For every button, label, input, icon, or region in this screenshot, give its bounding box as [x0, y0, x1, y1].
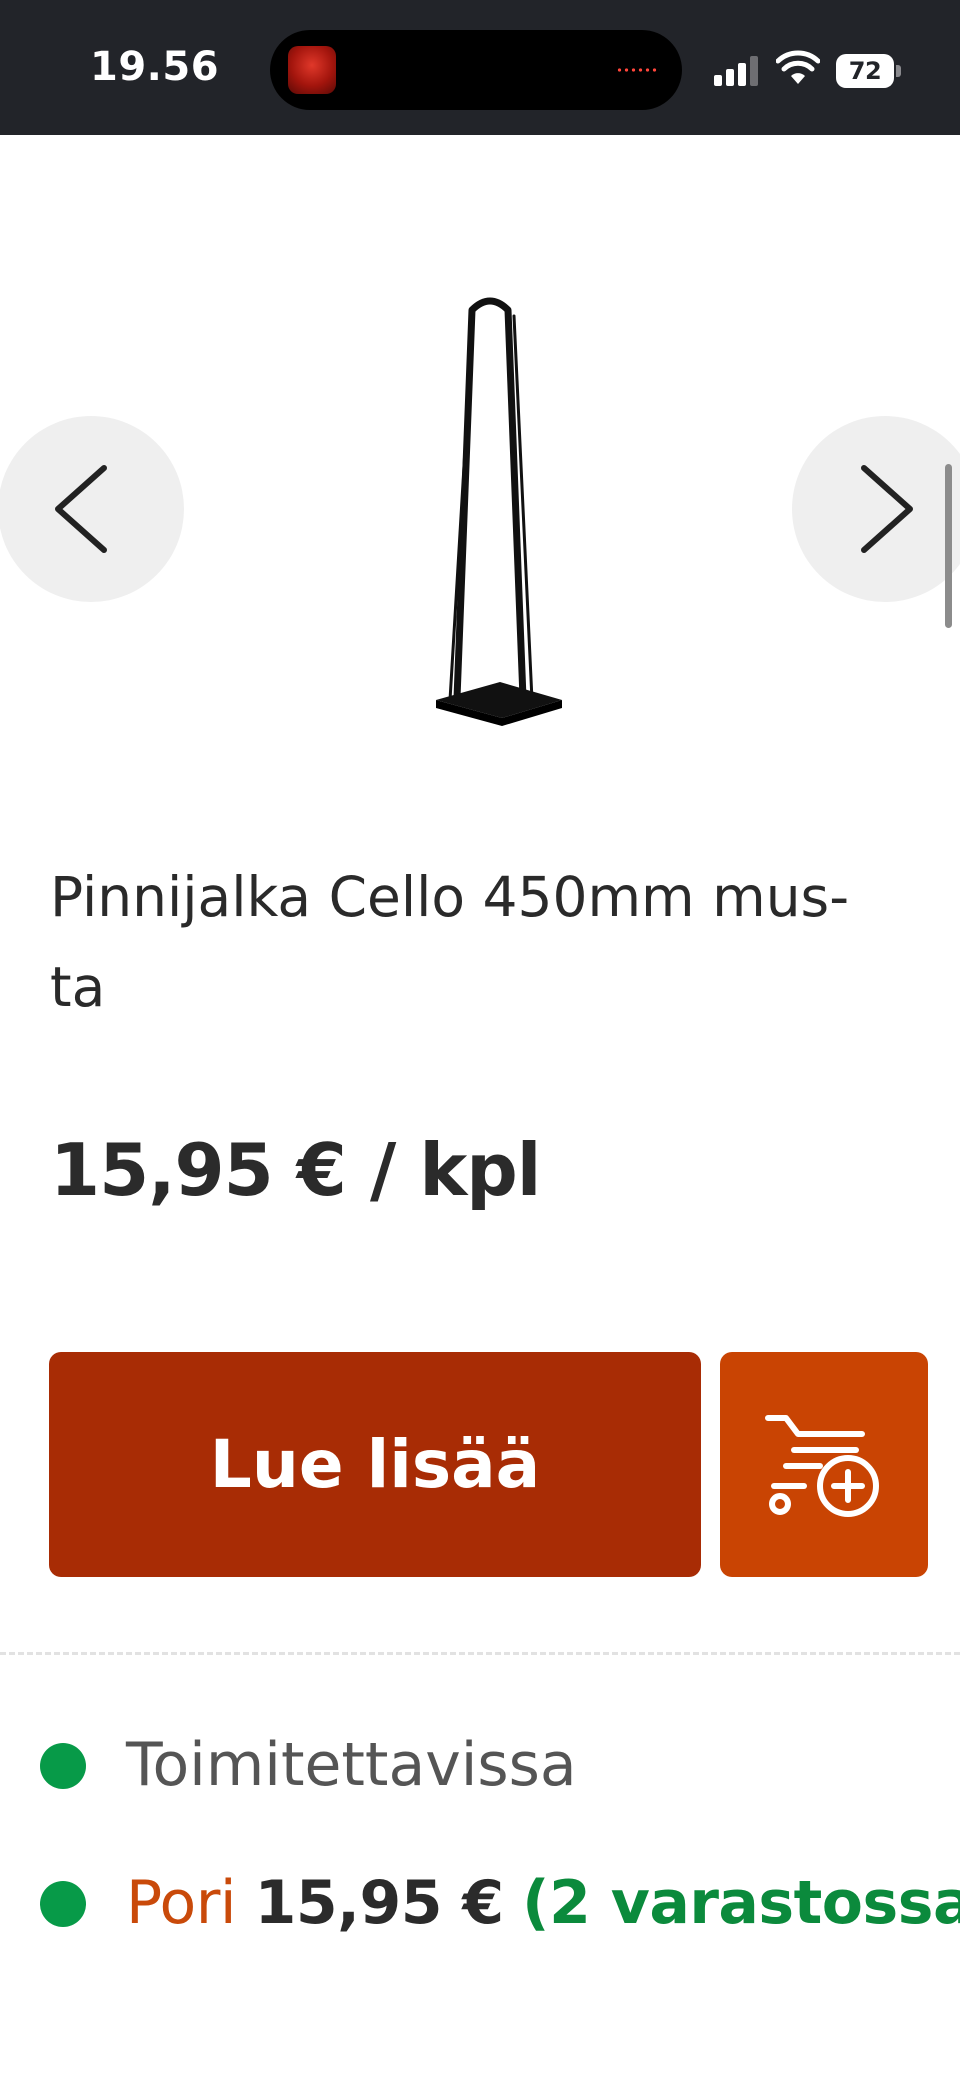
- product-title-line-1: Pinnijalka Cello 450mm mus-: [50, 865, 850, 929]
- availability-status-dot: [40, 1743, 86, 1789]
- dynamic-island: [270, 30, 682, 110]
- recording-indicator-icon: [616, 68, 660, 72]
- online-availability: Toimitettavissa: [40, 1720, 940, 1810]
- store-availability-line: Pori 15,95 € (2 varastossa): [126, 1858, 960, 1948]
- store-status-dot: [40, 1881, 86, 1927]
- product-title-line-2: ta: [50, 955, 106, 1019]
- store-price: 15,95 €: [254, 1868, 504, 1938]
- battery-level: 72: [836, 54, 894, 88]
- chevron-left-icon: [55, 465, 107, 553]
- online-availability-label: Toimitettavissa: [126, 1730, 577, 1800]
- add-to-cart-button[interactable]: [720, 1352, 928, 1577]
- read-more-button[interactable]: Lue lisää: [49, 1352, 701, 1577]
- battery-icon: 72: [836, 54, 901, 88]
- wifi-icon: [776, 50, 820, 84]
- chevron-right-icon: [861, 465, 913, 553]
- status-bar: 19.56 72: [0, 0, 960, 135]
- store-stock-count: (2 varastossa): [522, 1868, 960, 1938]
- carousel-previous-button[interactable]: [0, 416, 184, 602]
- cellular-signal-icon: [714, 56, 764, 86]
- store-availability: Pori 15,95 € (2 varastossa): [40, 1858, 960, 1948]
- store-name-link[interactable]: Pori: [126, 1868, 237, 1938]
- section-divider: [0, 1652, 960, 1655]
- now-playing-thumbnail: [288, 46, 336, 94]
- product-title: Pinnijalka Cello 450mm mus- ta: [50, 852, 930, 1032]
- carousel-next-button[interactable]: [792, 416, 960, 602]
- add-to-cart-icon: [765, 1415, 879, 1517]
- page-scrollbar[interactable]: [945, 464, 952, 628]
- table-leg-icon: [436, 297, 562, 726]
- status-time: 19.56: [90, 44, 220, 90]
- product-price: 15,95 € / kpl: [50, 1128, 541, 1212]
